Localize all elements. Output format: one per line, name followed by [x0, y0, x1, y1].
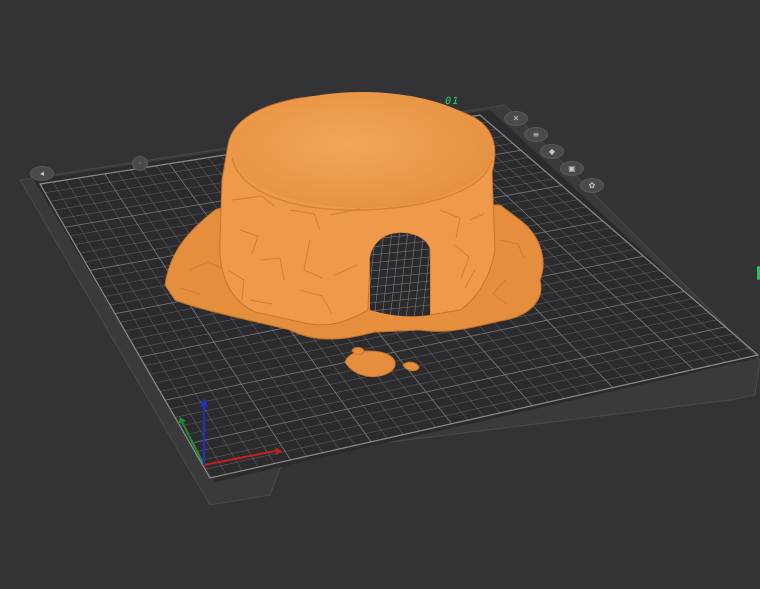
settings-icon: ✿ — [588, 181, 596, 190]
plate-control-button[interactable]: ✕ — [504, 111, 528, 126]
plate-control-button[interactable]: ✿ — [580, 178, 604, 193]
plate-control-button[interactable]: ◆ — [540, 144, 564, 159]
close-icon: ✕ — [512, 114, 520, 123]
plate-icon: ◂ — [39, 169, 44, 178]
orient-icon: ◆ — [548, 147, 556, 156]
plate-control-button[interactable]: ▣ — [560, 161, 584, 176]
3d-viewport[interactable] — [0, 0, 760, 589]
plate-control-button[interactable]: ≡ — [524, 127, 548, 142]
arrange-icon: ≡ — [532, 130, 540, 139]
plate-left-button-2[interactable]: · — [132, 156, 148, 171]
plate-left-button[interactable]: ◂ — [30, 166, 54, 181]
plate-label: 01 — [444, 96, 461, 107]
model-top — [230, 92, 494, 208]
dot-icon: · — [138, 159, 142, 168]
lock-icon: ▣ — [568, 164, 576, 173]
